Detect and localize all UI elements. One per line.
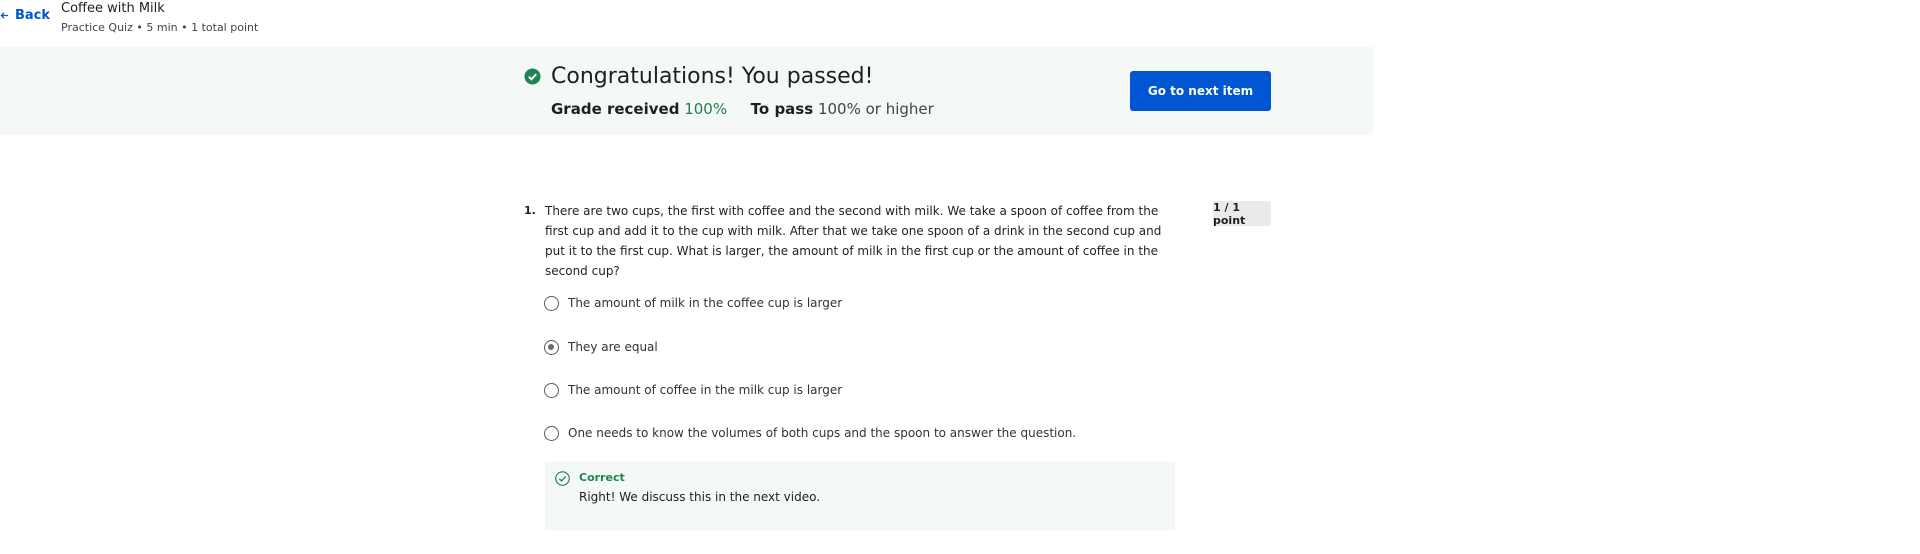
radio-button[interactable] (544, 425, 559, 441)
answer-option[interactable]: They are equal (544, 337, 658, 357)
grade-received-label: Grade received (551, 100, 680, 118)
to-pass-label: To pass (750, 100, 814, 118)
result-banner: Congratulations! You passed! Grade recei… (0, 47, 1373, 135)
option-label: They are equal (568, 340, 658, 354)
option-label: The amount of coffee in the milk cup is … (568, 383, 843, 397)
radio-button[interactable] (544, 382, 559, 398)
to-pass-value: 100% or higher (817, 100, 934, 118)
item-title-block: Coffee with Milk Practice Quiz • 5 min •… (61, 1, 258, 36)
back-link[interactable]: Back (0, 8, 50, 23)
check-circle-filled-icon (524, 68, 541, 85)
feedback-message: Right! We discuss this in the next video… (579, 490, 821, 504)
check-circle-outline-icon (555, 471, 570, 486)
option-label: One needs to know the volumes of both cu… (568, 426, 1077, 440)
option-label: The amount of milk in the coffee cup is … (568, 296, 843, 310)
grade-received-value: 100% (684, 100, 728, 118)
answer-feedback: Correct Right! We discuss this in the ne… (545, 461, 1175, 531)
feedback-status: Correct (579, 471, 625, 484)
question-number: 1. (524, 204, 536, 217)
grade-summary: Grade received 100% To pass 100% or high… (551, 99, 934, 119)
radio-button[interactable] (544, 295, 559, 311)
radio-button-selected[interactable] (544, 339, 559, 355)
points-badge: 1 / 1 point (1213, 201, 1271, 227)
pass-headline: Congratulations! You passed! (551, 64, 874, 89)
answer-option[interactable]: The amount of coffee in the milk cup is … (544, 380, 842, 400)
answer-option[interactable]: The amount of milk in the coffee cup is … (544, 293, 842, 313)
top-bar: Back Coffee with Milk Practice Quiz • 5 … (0, 0, 1373, 48)
question-text: There are two cups, the first with coffe… (545, 204, 1162, 278)
go-to-next-item-button[interactable]: Go to next item (1130, 71, 1271, 111)
page-title: Coffee with Milk (61, 1, 165, 16)
back-label: Back (15, 8, 51, 23)
page-subtitle: Practice Quiz • 5 min • 1 total point (61, 21, 259, 34)
arrow-left-icon (0, 12, 9, 19)
answer-option[interactable]: One needs to know the volumes of both cu… (544, 423, 1076, 443)
